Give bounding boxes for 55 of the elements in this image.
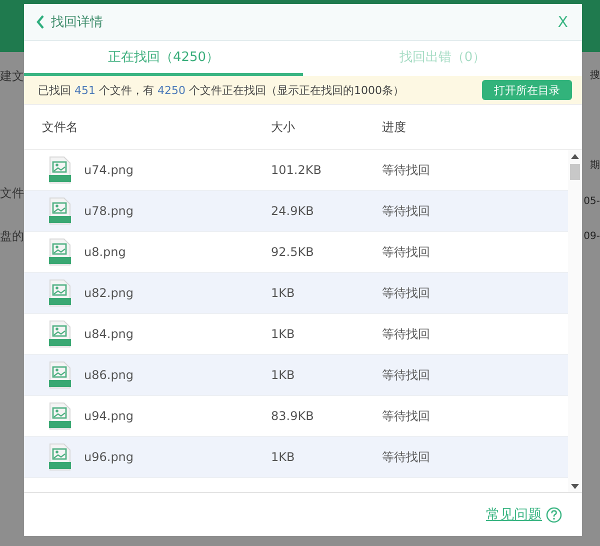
file-size: 92.5KB: [271, 245, 315, 259]
file-name: u8.png: [84, 245, 126, 259]
file-size: 83.9KB: [271, 409, 315, 423]
progress-status: 等待找回: [382, 366, 430, 384]
file-name: u82.png: [84, 286, 134, 300]
png-file-icon: [49, 197, 71, 225]
background-text: 文件: [0, 185, 24, 202]
background-text: 建文: [0, 68, 24, 85]
png-file-icon: [49, 156, 71, 184]
progress-status: 等待找回: [382, 448, 430, 466]
file-size: 24.9KB: [271, 204, 315, 218]
info-text: 已找回 451 个文件，有 4250 个文件正在找回（显示正在找回的1000条）: [38, 82, 404, 98]
progress-status: 等待找回: [382, 244, 430, 260]
dialog-title: 找回详情: [51, 14, 103, 31]
progress-status: 等待找回: [382, 162, 430, 178]
background-text: 盘的: [0, 228, 24, 245]
png-file-icon: [49, 443, 71, 471]
png-file-icon: [49, 279, 71, 307]
progress-status: 等待找回: [382, 202, 430, 220]
file-name: u84.png: [84, 327, 134, 341]
help-icon: [546, 506, 562, 522]
scrollbar[interactable]: [568, 150, 582, 492]
background-text: 05-: [584, 196, 600, 207]
background-text: 09-: [584, 231, 600, 242]
column-header: 进度: [382, 118, 406, 136]
table-row[interactable]: u78.png 24.9KB 等待找回: [24, 191, 568, 232]
progress-status: 等待找回: [382, 408, 430, 424]
file-name: u94.png: [84, 409, 134, 423]
back-button[interactable]: 找回详情: [36, 13, 103, 31]
png-file-icon: [49, 361, 71, 389]
file-name: u86.png: [84, 368, 134, 382]
file-size: 1KB: [271, 450, 296, 464]
chevron-left-icon: [36, 15, 45, 29]
scrollbar-thumb[interactable]: [570, 164, 580, 180]
column-header: 大小: [271, 118, 296, 136]
file-size: 1KB: [271, 286, 296, 300]
file-name: u96.png: [84, 450, 134, 464]
file-size: 1KB: [271, 327, 296, 341]
png-file-icon: [49, 402, 71, 430]
table-row[interactable]: u96.png 1KB 等待找回: [24, 437, 568, 478]
table-row[interactable]: u86.png 1KB 等待找回: [24, 355, 568, 396]
scroll-down-icon[interactable]: [571, 484, 579, 488]
background-text: 搜: [590, 68, 600, 82]
file-name: u74.png: [84, 163, 134, 177]
progress-status: 等待找回: [382, 284, 430, 302]
progress-status: 等待找回: [382, 326, 430, 342]
scroll-up-icon[interactable]: [571, 154, 579, 158]
table-row[interactable]: u82.png 1KB 等待找回: [24, 273, 568, 314]
background-text: 期: [590, 158, 600, 172]
png-file-icon: [49, 238, 71, 266]
file-name: u78.png: [84, 204, 134, 218]
column-header: 文件名: [41, 118, 79, 136]
png-file-icon: [49, 320, 71, 348]
file-size: 101.2KB: [271, 163, 322, 177]
file-size: 1KB: [271, 368, 296, 382]
